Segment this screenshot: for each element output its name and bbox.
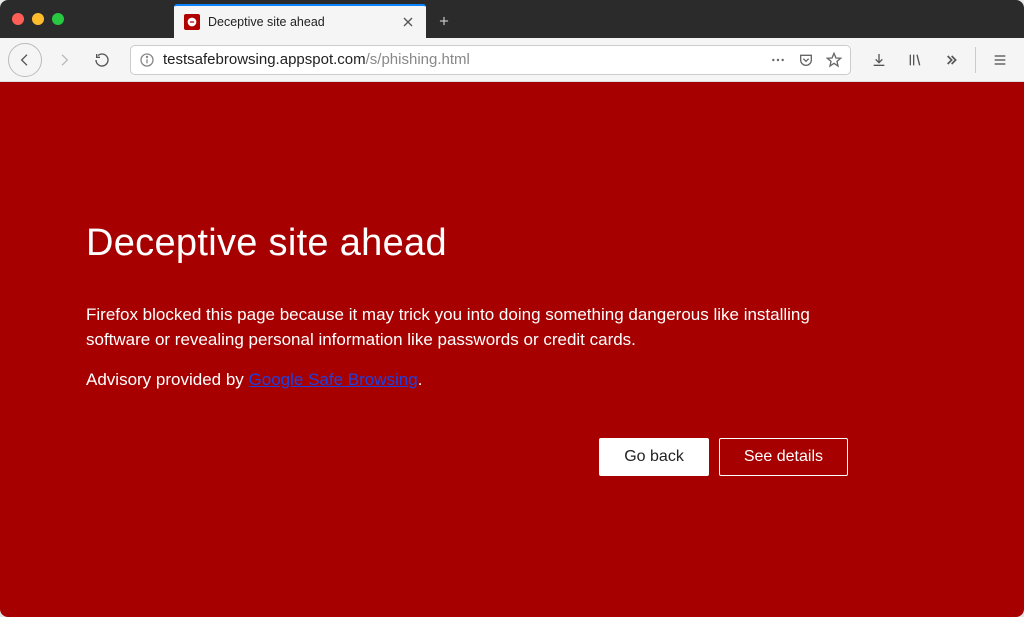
minimize-window-button[interactable] — [32, 13, 44, 25]
overflow-menu-icon[interactable] — [935, 44, 967, 76]
forward-button[interactable] — [48, 44, 80, 76]
tab-title: Deceptive site ahead — [208, 15, 392, 29]
hamburger-menu-icon[interactable] — [984, 44, 1016, 76]
reload-button[interactable] — [86, 44, 118, 76]
page-actions-menu-icon[interactable] — [770, 52, 786, 68]
toolbar-actions — [863, 44, 1016, 76]
library-icon[interactable] — [899, 44, 931, 76]
address-bar[interactable]: testsafebrowsing.appspot.com/s/phishing.… — [130, 45, 851, 75]
bookmark-star-icon[interactable] — [826, 52, 842, 68]
warning-container: Deceptive site ahead Firefox blocked thi… — [86, 222, 906, 476]
warning-title: Deceptive site ahead — [86, 222, 866, 265]
warning-favicon-icon — [184, 14, 200, 30]
downloads-icon[interactable] — [863, 44, 895, 76]
maximize-window-button[interactable] — [52, 13, 64, 25]
navigation-toolbar: testsafebrowsing.appspot.com/s/phishing.… — [0, 38, 1024, 82]
advisory-link[interactable]: Google Safe Browsing — [249, 370, 418, 389]
url-path: /s/phishing.html — [366, 51, 470, 68]
go-back-button[interactable]: Go back — [599, 438, 709, 476]
page-content: Deceptive site ahead Firefox blocked thi… — [0, 82, 1024, 617]
warning-description: Firefox blocked this page because it may… — [86, 303, 866, 352]
tab-close-button[interactable] — [400, 14, 416, 30]
site-info-icon[interactable] — [139, 52, 155, 68]
pocket-icon[interactable] — [798, 52, 814, 68]
warning-button-row: Go back See details — [86, 438, 866, 476]
warning-advisory: Advisory provided by Google Safe Browsin… — [86, 370, 866, 390]
toolbar-separator — [975, 47, 976, 73]
close-window-button[interactable] — [12, 13, 24, 25]
titlebar: Deceptive site ahead — [0, 0, 1024, 38]
back-button[interactable] — [8, 43, 42, 77]
browser-window: Deceptive site ahead — [0, 0, 1024, 617]
browser-tab[interactable]: Deceptive site ahead — [174, 4, 426, 38]
see-details-button[interactable]: See details — [719, 438, 848, 476]
advisory-prefix: Advisory provided by — [86, 370, 249, 389]
page-actions — [770, 52, 842, 68]
url-host: testsafebrowsing.appspot.com — [163, 51, 366, 68]
window-controls — [12, 13, 64, 25]
advisory-suffix: . — [418, 370, 423, 389]
new-tab-button[interactable] — [428, 4, 460, 38]
tab-strip: Deceptive site ahead — [174, 0, 460, 38]
url-text: testsafebrowsing.appspot.com/s/phishing.… — [163, 51, 762, 68]
